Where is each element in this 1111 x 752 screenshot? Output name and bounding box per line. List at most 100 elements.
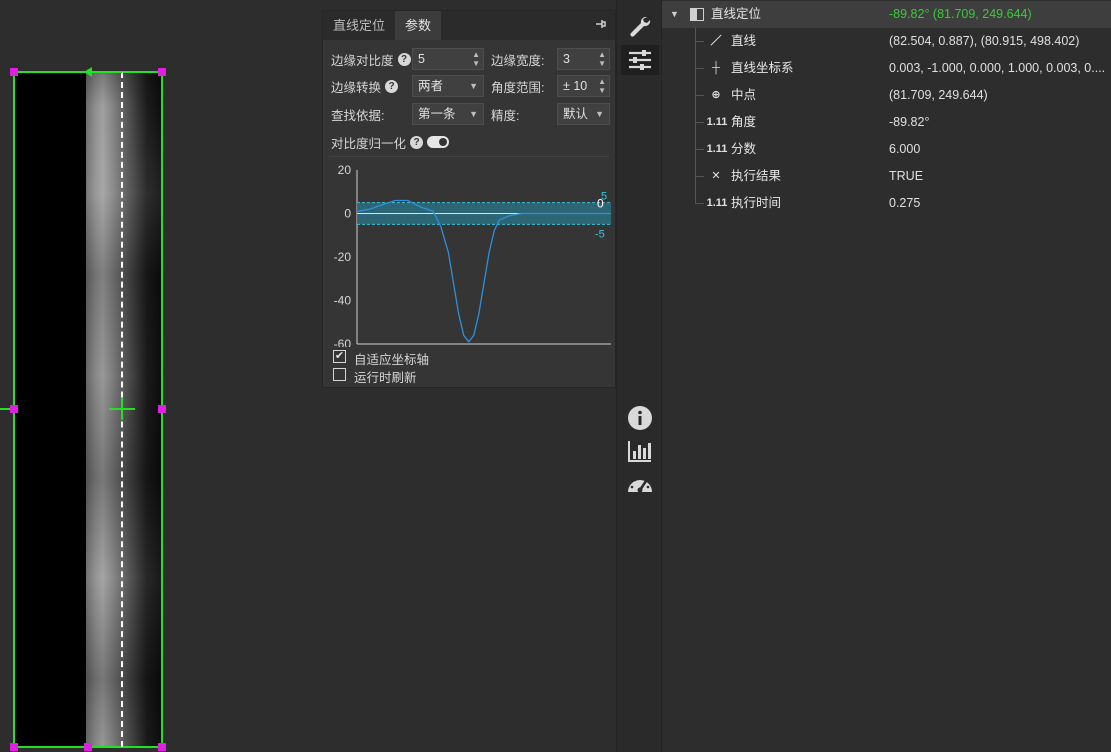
tree-connector <box>696 95 704 96</box>
tree-connector <box>696 122 704 123</box>
chart-axes <box>356 170 611 345</box>
center-marker-v <box>121 398 123 420</box>
roi-handle-bottom-left[interactable] <box>10 743 18 751</box>
tree-item-value: (82.504, 0.887), (80.915, 498.402) <box>889 34 1080 48</box>
chevron-down-icon: ▼ <box>469 81 478 91</box>
contrast-normalize-label: 对比度归一化 <box>331 136 407 151</box>
chart-ticks: 200-20-40-6050-5 <box>334 163 607 347</box>
expand-arrow-icon[interactable]: ▼ <box>670 1 679 28</box>
precision-select[interactable]: 默认 ▼ <box>557 103 610 125</box>
tree-connector <box>696 41 704 42</box>
tree-item-name: 角度 <box>731 115 757 129</box>
tree-item-row[interactable]: ／ 直线 (82.504, 0.887), (80.915, 498.402) <box>662 28 1111 55</box>
tree-root-value: -89.82° (81.709, 249.644) <box>889 7 1032 21</box>
tree-item-value: 6.000 <box>889 142 921 156</box>
info-icon[interactable] <box>621 403 659 433</box>
edge-width-input[interactable]: 3 ▲ ▼ <box>557 48 610 70</box>
result-icon: ✕ <box>711 170 721 182</box>
image-canvas[interactable] <box>0 0 322 752</box>
edge-contrast-input[interactable]: 5 ▲ ▼ <box>412 48 484 70</box>
tree-item-row[interactable]: 1.11 分数 6.000 <box>662 136 1111 163</box>
tree-item-row[interactable]: 1.11 执行时间 0.275 <box>662 190 1111 217</box>
contrast-normalize-row: 对比度归一化 ? <box>331 130 424 154</box>
wrench-icon[interactable] <box>621 12 659 42</box>
tree-connector <box>696 68 704 69</box>
tree-item-name: 直线 <box>731 34 757 48</box>
tree-item-name: 执行结果 <box>731 169 782 183</box>
number-icon: 1.11 <box>706 116 728 128</box>
adaptive-axis-checkbox[interactable]: ✔ <box>333 350 346 363</box>
tree-item-row[interactable]: ┼ 直线坐标系 0.003, -1.000, 0.000, 1.000, 0.003… <box>662 55 1111 82</box>
y-tick-label: 20 <box>338 163 352 177</box>
roi-rectangle[interactable] <box>13 71 163 748</box>
tree-connector <box>696 176 704 177</box>
tree-item-name: 直线坐标系 <box>731 61 794 75</box>
tree-item-row[interactable]: 1.11 角度 -89.82° <box>662 109 1111 136</box>
edge-width-label: 边缘宽度: <box>491 53 545 68</box>
edge-width-value: 3 <box>563 52 570 66</box>
help-icon[interactable]: ? <box>397 52 411 66</box>
roi-handle-right[interactable] <box>158 405 166 413</box>
tree-connector <box>696 149 704 150</box>
roi-handle-left[interactable] <box>10 405 18 413</box>
chevron-down-icon: ▼ <box>595 109 604 119</box>
angle-range-row: 角度范围: <box>491 74 544 98</box>
tree-item-name: 中点 <box>731 88 757 102</box>
angle-range-input[interactable]: ± 10 ▲ ▼ <box>557 75 610 97</box>
tree-item-row[interactable]: ✕ 执行结果 TRUE <box>662 163 1111 190</box>
contrast-normalize-toggle[interactable] <box>427 136 449 148</box>
angle-range-value: ± 10 <box>563 79 588 93</box>
roi-handle-top-right[interactable] <box>158 68 166 76</box>
chevron-down-icon: ▼ <box>469 109 478 119</box>
edge-contrast-label: 边缘对比度 <box>331 53 394 68</box>
edge-contrast-value: 5 <box>418 52 425 66</box>
number-icon: 1.11 <box>706 143 728 155</box>
angle-range-label: 角度范围: <box>491 80 545 95</box>
app-root: 直线定位 参数 边缘对比度 ? 5 ▲▼ 边缘宽度: 3 ▲▼ 边缘转换 ? <box>0 0 1111 752</box>
tree-item-value: -89.82° <box>889 115 930 129</box>
precision-label: 精度: <box>491 108 520 123</box>
edge-transition-label: 边缘转换 <box>331 80 382 95</box>
refresh-on-run-checkbox[interactable] <box>333 368 346 381</box>
spinner-icon[interactable]: ▲ ▼ <box>598 50 606 68</box>
sliders-icon[interactable] <box>621 45 659 75</box>
find-by-row: 查找依据: <box>331 102 384 126</box>
find-by-label: 查找依据: <box>331 108 385 123</box>
bar-chart-icon[interactable] <box>621 436 659 466</box>
roi-handle-bottom[interactable] <box>84 743 92 751</box>
roi-handle-bottom-right[interactable] <box>158 743 166 751</box>
tab-parameters[interactable]: 参数 <box>395 11 442 40</box>
help-icon[interactable]: ? <box>385 79 399 93</box>
tree-item-name: 分数 <box>731 142 757 156</box>
side-toolbar <box>616 0 662 752</box>
target-icon: ⊕ <box>711 89 721 101</box>
threshold-lower-label: -5 <box>595 228 605 240</box>
spinner-icon[interactable]: ▲ ▼ <box>472 50 480 68</box>
line-tool-icon <box>690 8 704 21</box>
find-by-select[interactable]: 第一条 ▼ <box>412 103 484 125</box>
gauge-icon[interactable] <box>621 470 659 500</box>
adaptive-axis-label: 自适应坐标轴 <box>354 353 430 367</box>
tree-item-row[interactable]: ⊕ 中点 (81.709, 249.644) <box>662 82 1111 109</box>
tree-item-name: 执行时间 <box>731 196 782 210</box>
spinner-icon[interactable]: ▲ ▼ <box>598 77 606 95</box>
direction-arrow <box>90 71 122 73</box>
tree-item-value: TRUE <box>889 169 924 183</box>
y-tick-label: -60 <box>334 337 352 347</box>
edge-transition-select[interactable]: 两者 ▼ <box>412 75 484 97</box>
tree-root-name: 直线定位 <box>711 7 762 21</box>
tree-item-value: (81.709, 249.644) <box>889 88 988 102</box>
y-tick-label: -40 <box>334 294 352 308</box>
divider <box>329 156 609 157</box>
y-tick-label: -20 <box>334 250 352 264</box>
result-tree: ▼ 直线定位 -89.82° (81.709, 249.644) ／ 直线 (82.… <box>662 0 1111 752</box>
edge-transition-row: 边缘转换 ? <box>331 74 399 98</box>
tab-line-locate[interactable]: 直线定位 <box>323 11 395 40</box>
pin-icon[interactable] <box>593 18 607 32</box>
panel-tabs: 直线定位 参数 <box>323 11 615 40</box>
edge-profile-chart: 200-20-40-6050-5 <box>334 163 611 347</box>
roi-handle-top-left[interactable] <box>10 68 18 76</box>
tree-root-row[interactable]: ▼ 直线定位 -89.82° (81.709, 249.644) <box>662 1 1111 28</box>
tree-item-value: 0.275 <box>889 196 921 210</box>
help-icon[interactable]: ? <box>410 135 424 149</box>
